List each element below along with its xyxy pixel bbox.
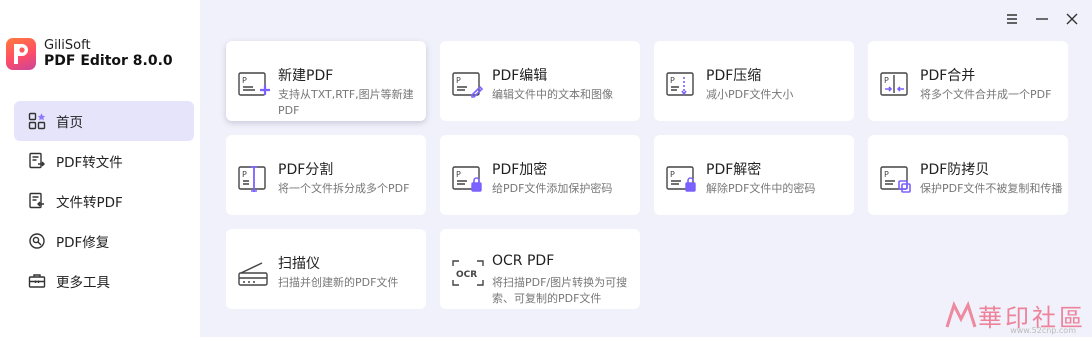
brand: GiliSoft PDF Editor 8.0.0 <box>6 38 173 70</box>
svg-text:P: P <box>456 170 461 179</box>
card-title: PDF压缩 <box>706 68 762 84</box>
edit-pdf-icon: P <box>452 71 484 99</box>
card-description: 减小PDF文件大小 <box>706 88 794 101</box>
svg-text:P: P <box>670 170 675 179</box>
card-split-pdf[interactable]: P PDF分割 将一个文件拆分成多个PDF <box>226 135 426 215</box>
card-title: PDF防拷贝 <box>920 162 990 178</box>
svg-text:P: P <box>670 76 675 85</box>
card-title: 新建PDF <box>278 68 334 84</box>
product-name: PDF Editor 8.0.0 <box>44 53 173 69</box>
sidebar-item-home[interactable]: 首页 <box>14 101 194 141</box>
minimize-icon[interactable] <box>1034 11 1050 27</box>
card-copy-protect-pdf[interactable]: P PDF防拷贝 保护PDF文件不被复制和传播 <box>868 135 1068 215</box>
sidebar-item-pdf-repair[interactable]: PDF修复 <box>14 221 194 261</box>
sidebar-item-label: 文件转PDF <box>56 195 123 211</box>
card-description: 将多个文件合并成一个PDF <box>920 88 1052 101</box>
encrypt-pdf-icon: P <box>452 165 484 193</box>
sidebar-nav: 首页 PDF转文件 文件转PDF PDF修复 更多工具 <box>14 101 194 301</box>
company-name: GiliSoft <box>44 38 91 53</box>
card-edit-pdf[interactable]: P PDF编辑 编辑文件中的文本和图像 <box>440 41 640 121</box>
card-title: PDF加密 <box>492 162 548 178</box>
card-description: 解除PDF文件中的密码 <box>706 182 816 195</box>
svg-text:OCR: OCR <box>456 270 477 280</box>
card-title: 扫描仪 <box>278 256 320 272</box>
sidebar-item-more-tools[interactable]: 更多工具 <box>14 261 194 301</box>
card-new-pdf[interactable]: P 新建PDF 支持从TXT,RTF,图片等新建PDF <box>226 41 426 121</box>
svg-text:P: P <box>884 76 889 85</box>
ocr-icon: OCR <box>452 259 484 287</box>
repair-icon <box>28 232 46 250</box>
card-title: PDF合并 <box>920 68 976 84</box>
decrypt-pdf-icon: P <box>666 165 698 193</box>
card-encrypt-pdf[interactable]: P PDF加密 给PDF文件添加保护密码 <box>440 135 640 215</box>
card-description: 将一个文件拆分成多个PDF <box>278 182 410 195</box>
toolbox-icon <box>28 272 46 290</box>
card-description: 保护PDF文件不被复制和传播 <box>920 182 1063 195</box>
menu-icon[interactable] <box>1004 11 1020 27</box>
sidebar-item-file-to-pdf[interactable]: 文件转PDF <box>14 181 194 221</box>
card-title: PDF解密 <box>706 162 762 178</box>
card-title: OCR PDF <box>492 253 555 269</box>
svg-text:P: P <box>456 76 461 85</box>
card-merge-pdf[interactable]: P PDF合并 将多个文件合并成一个PDF <box>868 41 1068 121</box>
card-description: 编辑文件中的文本和图像 <box>492 88 613 101</box>
watermark-logo-icon <box>945 300 977 327</box>
watermark-url: www.52cnp.com <box>1010 326 1076 335</box>
sidebar-item-label: PDF转文件 <box>56 155 123 171</box>
app-logo <box>6 38 36 70</box>
scanner-icon <box>238 259 270 287</box>
window-controls <box>1004 11 1080 27</box>
card-description: 支持从TXT,RTF,图片等新建PDF <box>278 88 414 117</box>
sidebar-item-pdf-to-file[interactable]: PDF转文件 <box>14 141 194 181</box>
compress-pdf-icon: P <box>666 71 698 99</box>
copy-protect-icon: P <box>880 165 912 193</box>
split-pdf-icon: P <box>238 165 270 193</box>
file-to-pdf-icon <box>28 192 46 210</box>
sidebar-item-label: 更多工具 <box>56 275 110 291</box>
close-icon[interactable] <box>1064 11 1080 27</box>
sidebar: GiliSoft PDF Editor 8.0.0 首页 PDF转文件 文件转P… <box>0 0 200 337</box>
watermark: 華印社區 www.52cnp.com <box>944 298 1086 335</box>
sidebar-item-label: PDF修复 <box>56 235 110 251</box>
pdf-convert-icon <box>28 152 46 170</box>
svg-text:P: P <box>242 170 247 179</box>
merge-pdf-icon: P <box>880 71 912 99</box>
card-description: 给PDF文件添加保护密码 <box>492 182 613 195</box>
new-pdf-icon: P <box>238 71 270 99</box>
home-grid-icon <box>28 112 46 130</box>
card-description: 将扫描PDF/图片转换为可搜索、可复制的PDF文件 <box>492 276 628 305</box>
svg-text:P: P <box>242 76 247 85</box>
card-compress-pdf[interactable]: P PDF压缩 减小PDF文件大小 <box>654 41 854 121</box>
card-title: PDF编辑 <box>492 68 548 84</box>
card-title: PDF分割 <box>278 162 334 178</box>
card-description: 扫描并创建新的PDF文件 <box>278 276 399 289</box>
sidebar-item-label: 首页 <box>56 115 83 131</box>
card-ocr-pdf[interactable]: OCR OCR PDF 将扫描PDF/图片转换为可搜索、可复制的PDF文件 <box>440 229 640 309</box>
card-decrypt-pdf[interactable]: P PDF解密 解除PDF文件中的密码 <box>654 135 854 215</box>
svg-text:P: P <box>884 170 889 179</box>
card-scanner[interactable]: 扫描仪 扫描并创建新的PDF文件 <box>226 229 426 309</box>
